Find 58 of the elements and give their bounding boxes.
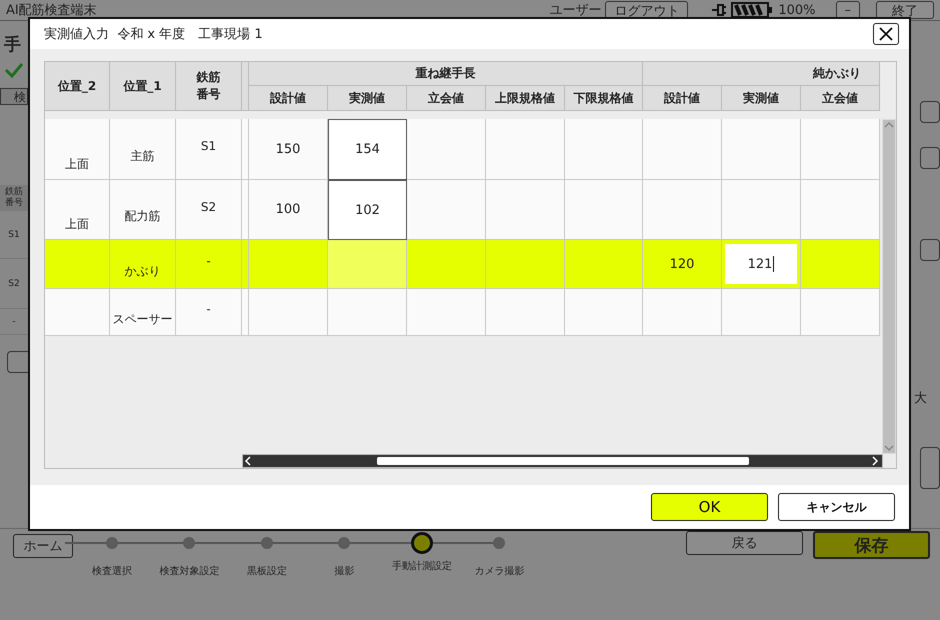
dialog-title: 実測値入力 令和 x 年度 工事現場 1 — [44, 26, 263, 43]
tab-button[interactable]: 検 — [0, 88, 28, 105]
table-cell: 上面 — [45, 180, 110, 240]
horizontal-scrollbar[interactable] — [242, 454, 883, 468]
step-label: 手動計測設定 — [392, 560, 452, 573]
scroll-thumb[interactable] — [376, 457, 748, 465]
group-header: 純かぶり — [643, 62, 880, 86]
column-header: 位置_1 — [110, 62, 176, 111]
check-icon — [4, 62, 24, 78]
column-header: 立会値 — [801, 86, 880, 111]
step-label: 黒板設定 — [246, 564, 287, 578]
column-header: 下限規格値 — [565, 86, 643, 111]
user-label: ユーザー — [549, 2, 602, 19]
table-cell: S1 — [176, 119, 242, 180]
side-note: 大 — [914, 390, 928, 407]
battery-percent: 100% — [778, 2, 816, 18]
page-heading: 手 — [4, 34, 22, 56]
side-column-header: 鉄筋番号 — [0, 185, 28, 211]
ok-button[interactable]: OK — [651, 493, 768, 521]
close-button[interactable] — [873, 23, 899, 45]
column-header: 立会値 — [407, 86, 486, 111]
column-header: 鉄筋番号 — [176, 62, 242, 111]
table-cell: - — [176, 289, 242, 336]
table-cell: 主筋 — [110, 119, 176, 180]
step-label: 検査選択 — [92, 564, 132, 578]
column-header: 設計値 — [643, 86, 722, 111]
table-cell: 100 — [249, 180, 328, 240]
value-input-field[interactable] — [328, 240, 407, 289]
table-cell: 120 — [643, 240, 722, 289]
step-label: カメラ撮影 — [474, 565, 524, 578]
table-cell — [45, 240, 110, 289]
step-label: 検査対象設定 — [159, 564, 220, 578]
column-header: 位置_2 — [45, 62, 110, 111]
table-cell: 上面 — [45, 119, 110, 180]
column-header: 実測値 — [722, 86, 801, 111]
value-input-field[interactable]: 154 — [328, 119, 407, 180]
exit-button[interactable]: 終了 — [876, 1, 934, 19]
table-cell — [45, 289, 110, 336]
app-title: AI配筋検査端末 — [6, 2, 97, 19]
table-cell: スペーサー — [110, 289, 176, 336]
column-header: 設計値 — [249, 86, 328, 111]
column-header: 実測値 — [328, 86, 407, 111]
home-button[interactable]: ホーム — [13, 534, 73, 558]
value-input-field[interactable]: 121 — [725, 244, 797, 284]
step-label: 撮影 — [334, 565, 354, 578]
save-button[interactable]: 保存 — [813, 531, 930, 559]
back-button[interactable]: 戻る — [686, 531, 803, 555]
table-cell: 150 — [249, 119, 328, 180]
close-icon — [879, 27, 893, 41]
table-cell: 配力筋 — [110, 180, 176, 240]
text-caret-icon — [773, 256, 774, 272]
column-header: 上限規格値 — [486, 86, 565, 111]
cancel-button[interactable]: キャンセル — [778, 493, 895, 521]
table-cell: - — [176, 240, 242, 289]
value-input-field[interactable]: 102 — [328, 180, 407, 240]
table-cell: S2 — [176, 180, 242, 240]
group-header: 重ね継手長 — [249, 62, 643, 86]
table-cell: かぶり — [110, 240, 176, 289]
